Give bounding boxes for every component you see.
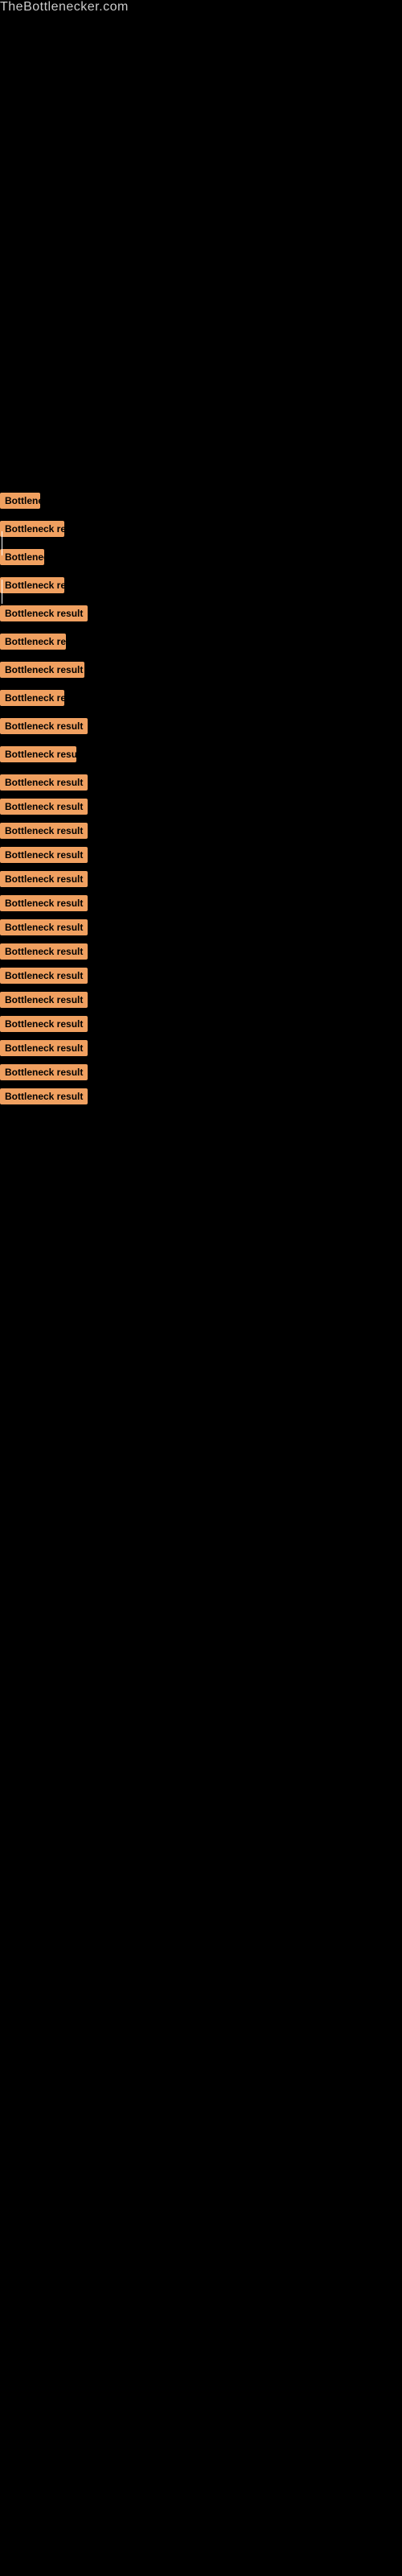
list-item: Bottleneck result: [0, 687, 402, 713]
list-item: Bottleneck result: [0, 916, 402, 939]
bottleneck-label[interactable]: Bottleneck result: [0, 1088, 88, 1104]
list-item: Bottleneck result: [0, 1013, 402, 1035]
list-item: Bottleneck result: [0, 844, 402, 866]
bottleneck-label[interactable]: Bottleneck result: [0, 895, 88, 911]
bottleneck-label[interactable]: Bottleneck result: [0, 774, 88, 791]
bottleneck-label[interactable]: Bottleneck result: [0, 847, 88, 863]
list-item: Bottleneck result: [0, 715, 402, 741]
list-item: Bottleneck result: [0, 795, 402, 818]
list-item: Bottleneck result: [0, 602, 402, 629]
bottleneck-label[interactable]: Bottleneck result: [0, 1016, 88, 1032]
bottleneck-label[interactable]: Bottleneck result: [0, 690, 64, 706]
site-title-bar: TheBottlenecker.com: [0, 0, 402, 14]
bottleneck-label[interactable]: Bottleneck result: [0, 718, 88, 734]
bottleneck-label[interactable]: Bottleneck result: [0, 577, 64, 593]
bottleneck-label[interactable]: Bottleneck result: [0, 1040, 88, 1056]
bottleneck-label[interactable]: Bottleneck result: [0, 799, 88, 815]
list-item: Bottleneck result: [0, 546, 402, 572]
site-title: TheBottlenecker.com: [0, 0, 129, 14]
bottleneck-label[interactable]: Bottleneck result: [0, 662, 84, 678]
bottleneck-label[interactable]: Bottleneck result: [0, 992, 88, 1008]
list-item: Bottleneck result: [0, 630, 402, 657]
bottleneck-label[interactable]: Bottleneck result: [0, 634, 66, 650]
bottleneck-label[interactable]: Bottleneck result: [0, 1064, 88, 1080]
bottleneck-label[interactable]: Bottleneck result: [0, 871, 88, 887]
bottleneck-label[interactable]: Bottleneck result: [0, 968, 88, 984]
bottleneck-label[interactable]: Bottleneck result: [0, 919, 88, 935]
list-item: Bottleneck result: [0, 892, 402, 914]
bottleneck-label[interactable]: Bottleneck result: [0, 493, 40, 509]
chart-area: [0, 14, 402, 481]
list-item: Bottleneck result: [0, 1061, 402, 1084]
bottleneck-list: Bottleneck result Bottleneck result Bottle…: [0, 489, 402, 1108]
list-item: Bottleneck result: [0, 964, 402, 987]
bottleneck-label[interactable]: Bottleneck result: [0, 521, 64, 537]
list-item: Bottleneck result: [0, 489, 402, 516]
bottleneck-label[interactable]: Bottleneck result: [0, 605, 88, 621]
list-item: Bottleneck result: [0, 574, 402, 601]
bottleneck-label[interactable]: Bottleneck result: [0, 943, 88, 960]
list-item: Bottleneck result: [0, 1037, 402, 1059]
list-item: Bottleneck result: [0, 771, 402, 794]
list-item: Bottleneck result: [0, 989, 402, 1011]
list-item: Bottleneck result: [0, 658, 402, 685]
bottleneck-label[interactable]: Bottleneck result: [0, 746, 76, 762]
bottleneck-label[interactable]: Bottleneck result: [0, 823, 88, 839]
list-item: Bottleneck result: [0, 1085, 402, 1108]
list-item: Bottleneck result: [0, 940, 402, 963]
list-item: Bottleneck result: [0, 819, 402, 842]
list-item: Bottleneck result: [0, 868, 402, 890]
list-item: Bottleneck result: [0, 743, 402, 770]
list-item: Bottleneck result: [0, 518, 402, 544]
bottleneck-label[interactable]: Bottleneck result: [0, 549, 44, 565]
